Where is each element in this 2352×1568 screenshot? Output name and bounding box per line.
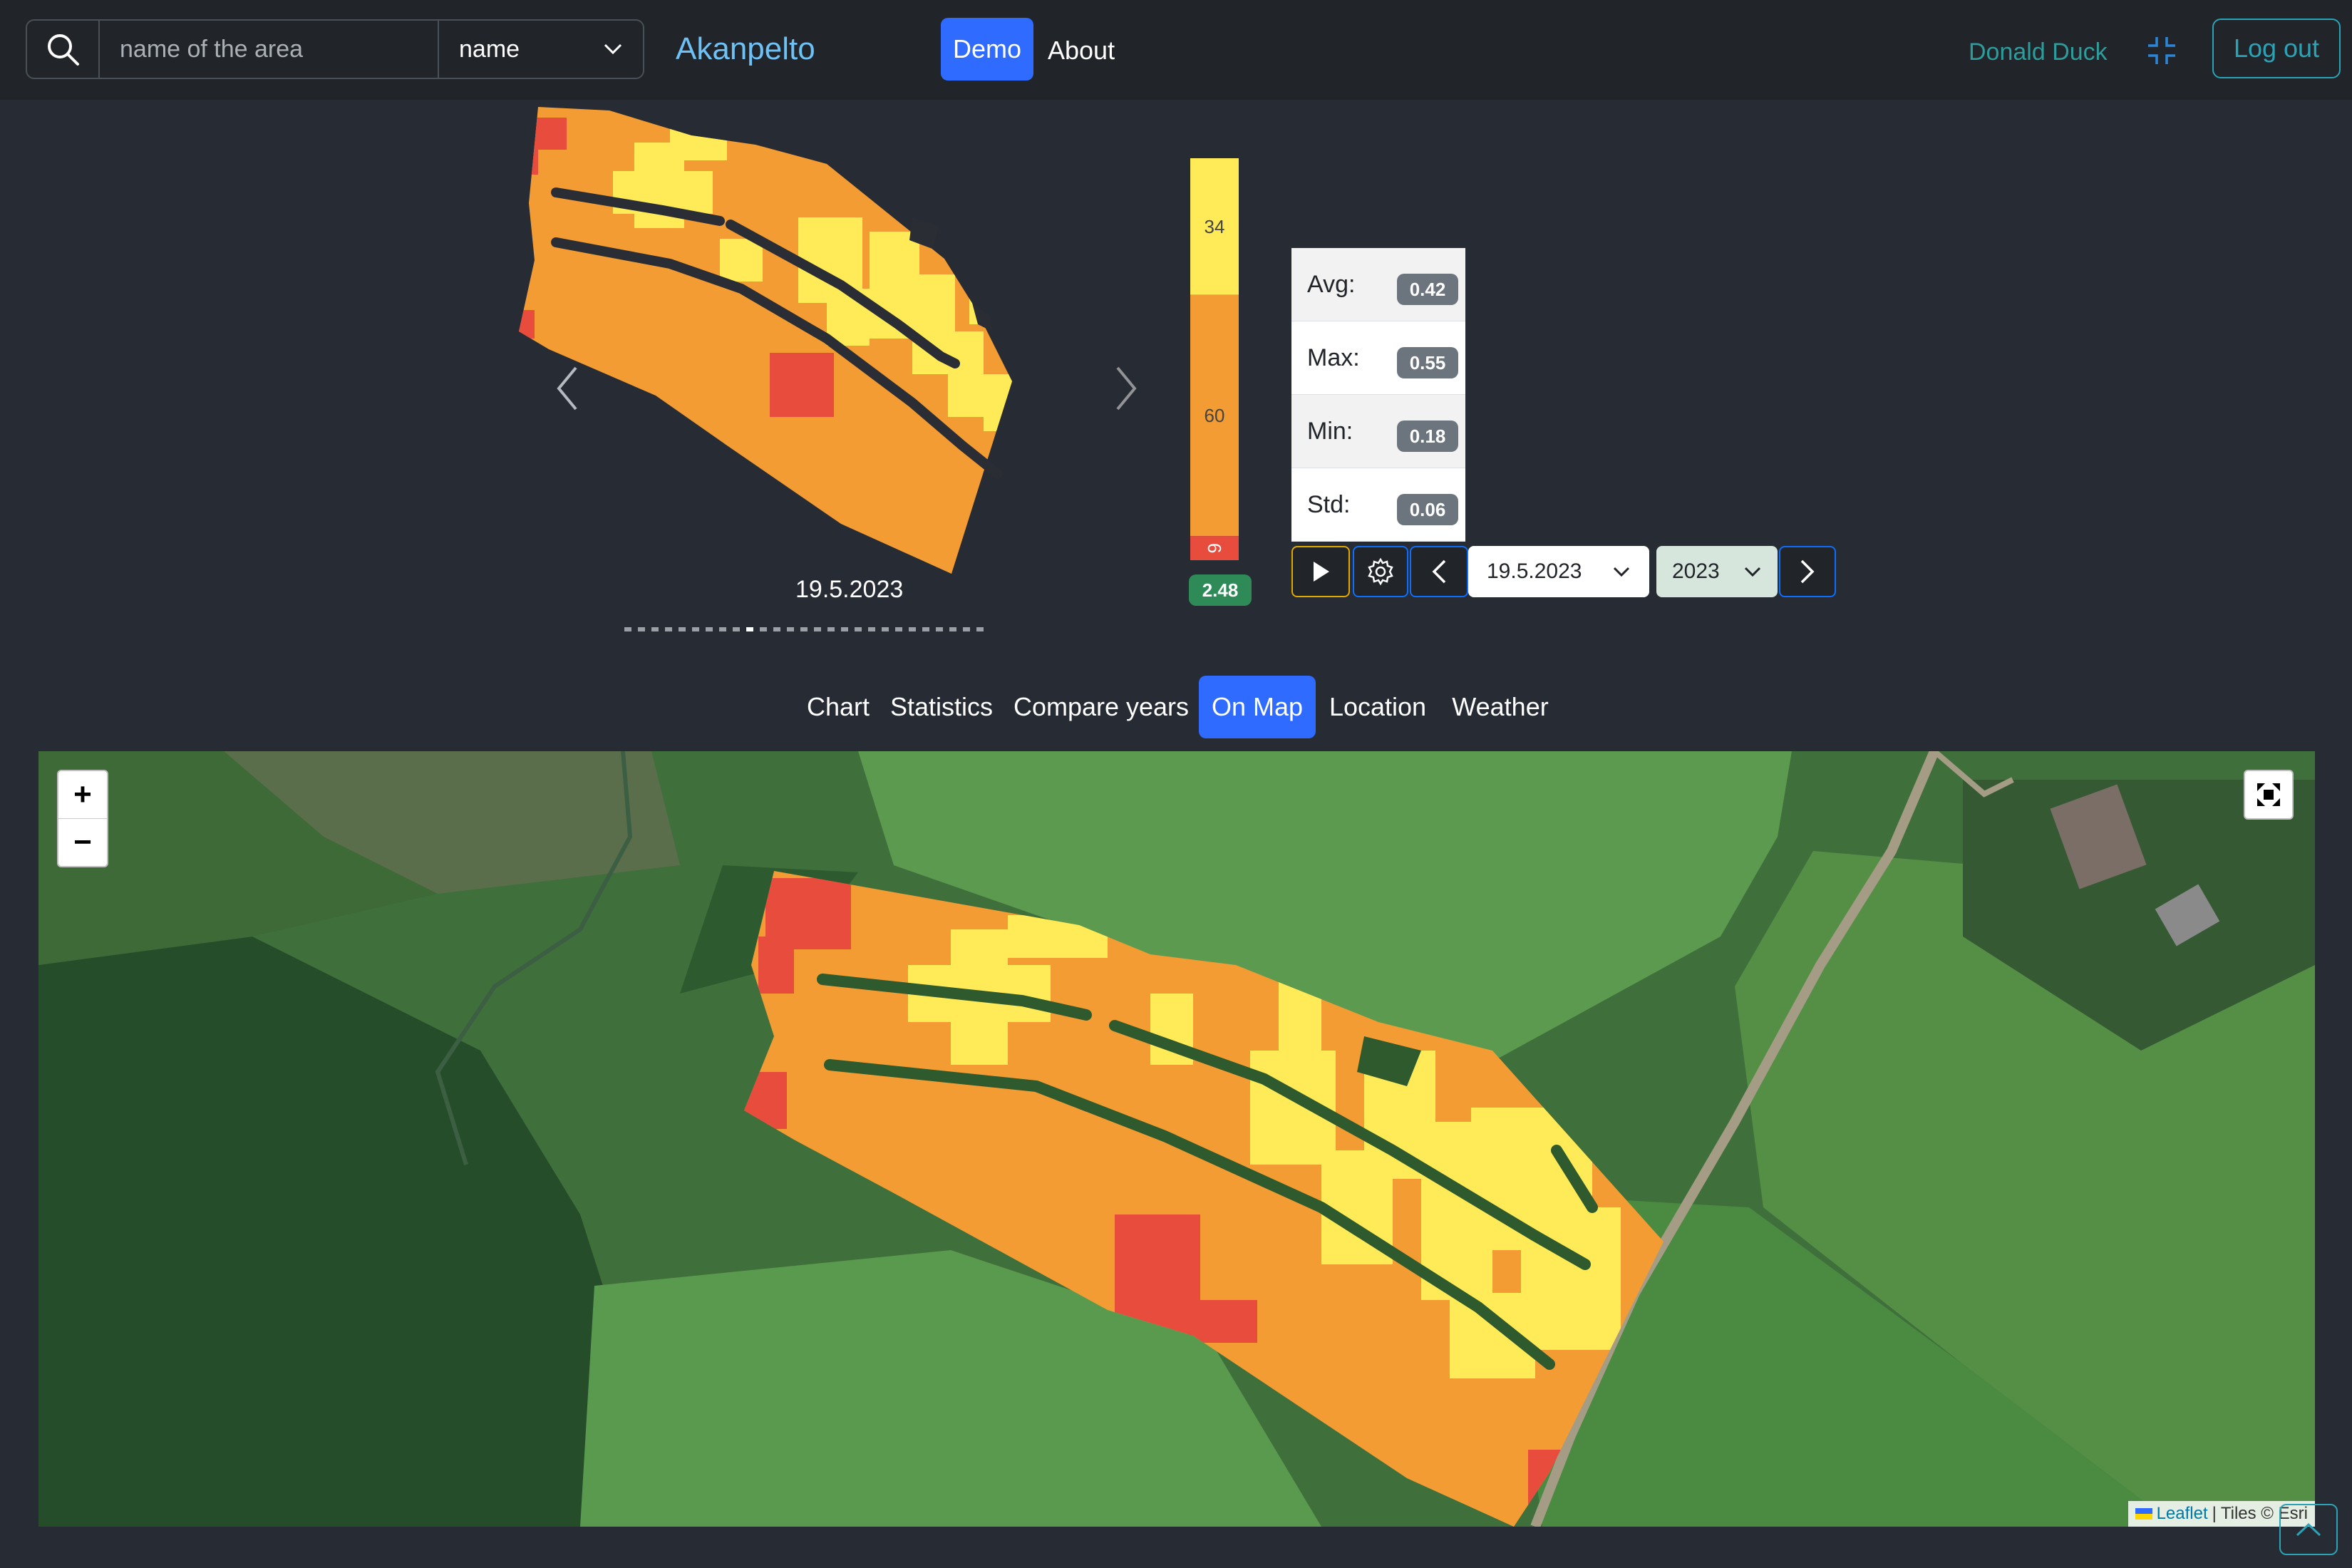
min-label: Min: — [1307, 417, 1353, 445]
carousel-indicator[interactable] — [760, 627, 767, 631]
map-fullscreen-button[interactable] — [2244, 770, 2294, 820]
zoom-control: + − — [57, 770, 108, 867]
chevron-down-icon — [1613, 567, 1630, 577]
tab-statistics[interactable]: Statistics — [887, 676, 996, 738]
gear-icon — [1368, 557, 1393, 586]
carousel-prev-icon[interactable] — [553, 363, 582, 413]
nav-about[interactable]: About — [1048, 36, 1115, 66]
zoom-in-button[interactable]: + — [58, 771, 107, 819]
tab-location[interactable]: Location — [1323, 676, 1433, 738]
year-select[interactable]: 2023 — [1656, 546, 1778, 597]
leaflet-link[interactable]: Leaflet — [2157, 1504, 2208, 1524]
compress-icon[interactable] — [2145, 34, 2178, 67]
stats-row-avg: Avg: 0.42 — [1291, 248, 1465, 321]
name-select-value: name — [459, 35, 520, 63]
avg-value: 0.42 — [1397, 274, 1458, 305]
carousel-indicator[interactable] — [949, 627, 956, 631]
carousel-indicator[interactable] — [706, 627, 713, 631]
max-value: 0.55 — [1397, 347, 1458, 378]
play-button[interactable] — [1291, 546, 1350, 597]
date-select-value: 19.5.2023 — [1487, 559, 1582, 583]
search-icon — [48, 34, 79, 66]
carousel-indicator[interactable] — [665, 627, 672, 631]
map-view[interactable]: + − Leaflet | Tiles © Esri — [38, 751, 2315, 1527]
legend-label: 6 — [1204, 543, 1225, 553]
date-select[interactable]: 19.5.2023 — [1468, 546, 1649, 597]
chevron-down-icon — [604, 43, 622, 55]
stats-row-max: Max: 0.55 — [1291, 321, 1465, 395]
search-button[interactable] — [26, 19, 100, 79]
carousel-indicator[interactable] — [746, 627, 753, 631]
min-value: 0.18 — [1397, 421, 1458, 452]
std-label: Std: — [1307, 490, 1351, 518]
carousel-indicator[interactable] — [624, 627, 631, 631]
carousel-indicator[interactable] — [679, 627, 686, 631]
chevron-down-icon — [1744, 567, 1761, 577]
carousel-indicator[interactable] — [868, 627, 875, 631]
carousel-indicator[interactable] — [895, 627, 902, 631]
legend-value-badge: 2.48 — [1189, 574, 1252, 606]
tab-compare-years[interactable]: Compare years — [1008, 676, 1195, 738]
carousel-indicator[interactable] — [882, 627, 889, 631]
carousel-indicator[interactable] — [855, 627, 862, 631]
view-tabs: Chart Statistics Compare years On Map Lo… — [0, 676, 2352, 738]
legend-label: 34 — [1205, 216, 1225, 237]
brand-link[interactable]: Akanpelto — [676, 31, 815, 67]
scroll-to-top-button[interactable] — [2279, 1504, 2338, 1555]
stats-table: Avg: 0.42 Max: 0.55 Min: 0.18 Std: 0.06 — [1291, 248, 1465, 542]
nav-demo[interactable]: Demo — [941, 18, 1033, 81]
chevron-left-icon — [1432, 559, 1446, 584]
zoom-out-button[interactable]: − — [58, 819, 107, 866]
stats-row-std: Std: 0.06 — [1291, 468, 1465, 542]
chevron-up-icon — [2296, 1522, 2321, 1537]
prev-date-button[interactable] — [1410, 546, 1468, 597]
std-value: 0.06 — [1397, 494, 1458, 525]
tab-on-map[interactable]: On Map — [1199, 676, 1316, 738]
field-preview-image — [519, 107, 1012, 574]
attribution-separator: | — [2212, 1504, 2217, 1523]
carousel-indicator[interactable] — [963, 627, 970, 631]
carousel-indicator[interactable] — [800, 627, 808, 631]
settings-button[interactable] — [1353, 546, 1408, 597]
carousel-indicator[interactable] — [787, 627, 794, 631]
carousel-indicator[interactable] — [692, 627, 699, 631]
carousel-indicator[interactable] — [827, 627, 835, 631]
year-select-value: 2023 — [1672, 559, 1720, 583]
navbar: name Akanpelto Demo About Donald Duck Lo… — [0, 0, 2352, 100]
carousel-indicator[interactable] — [719, 627, 726, 631]
carousel-indicator[interactable] — [733, 627, 740, 631]
carousel-indicator[interactable] — [773, 627, 780, 631]
carousel-indicator[interactable] — [651, 627, 659, 631]
flag-icon — [2135, 1508, 2152, 1520]
logout-button[interactable]: Log out — [2212, 19, 2341, 78]
carousel-indicator[interactable] — [922, 627, 929, 631]
tab-weather[interactable]: Weather — [1441, 676, 1559, 738]
legend-bar: 34 60 6 — [1190, 158, 1239, 560]
search-input[interactable] — [100, 19, 463, 79]
name-select[interactable]: name — [438, 19, 644, 79]
search-group — [26, 19, 463, 79]
carousel-indicator[interactable] — [814, 627, 821, 631]
user-name[interactable]: Donald Duck — [1969, 38, 2108, 66]
carousel-indicator[interactable] — [936, 627, 943, 631]
carousel-next-icon[interactable] — [1112, 363, 1140, 413]
carousel-indicators — [624, 627, 984, 631]
stats-row-min: Min: 0.18 — [1291, 395, 1465, 468]
carousel-indicator[interactable] — [976, 627, 984, 631]
play-icon — [1314, 562, 1329, 582]
next-date-button[interactable] — [1779, 546, 1836, 597]
legend-label: 60 — [1205, 405, 1225, 426]
max-label: Max: — [1307, 344, 1360, 371]
tab-chart[interactable]: Chart — [797, 676, 880, 738]
carousel-date: 19.5.2023 — [795, 576, 904, 603]
fullscreen-icon — [2257, 783, 2280, 806]
chevron-right-icon — [1800, 559, 1815, 584]
carousel-indicator[interactable] — [909, 627, 916, 631]
field-overlay — [744, 871, 1664, 1527]
avg-label: Avg: — [1307, 270, 1356, 298]
carousel-indicator[interactable] — [638, 627, 645, 631]
carousel-indicator[interactable] — [841, 627, 848, 631]
